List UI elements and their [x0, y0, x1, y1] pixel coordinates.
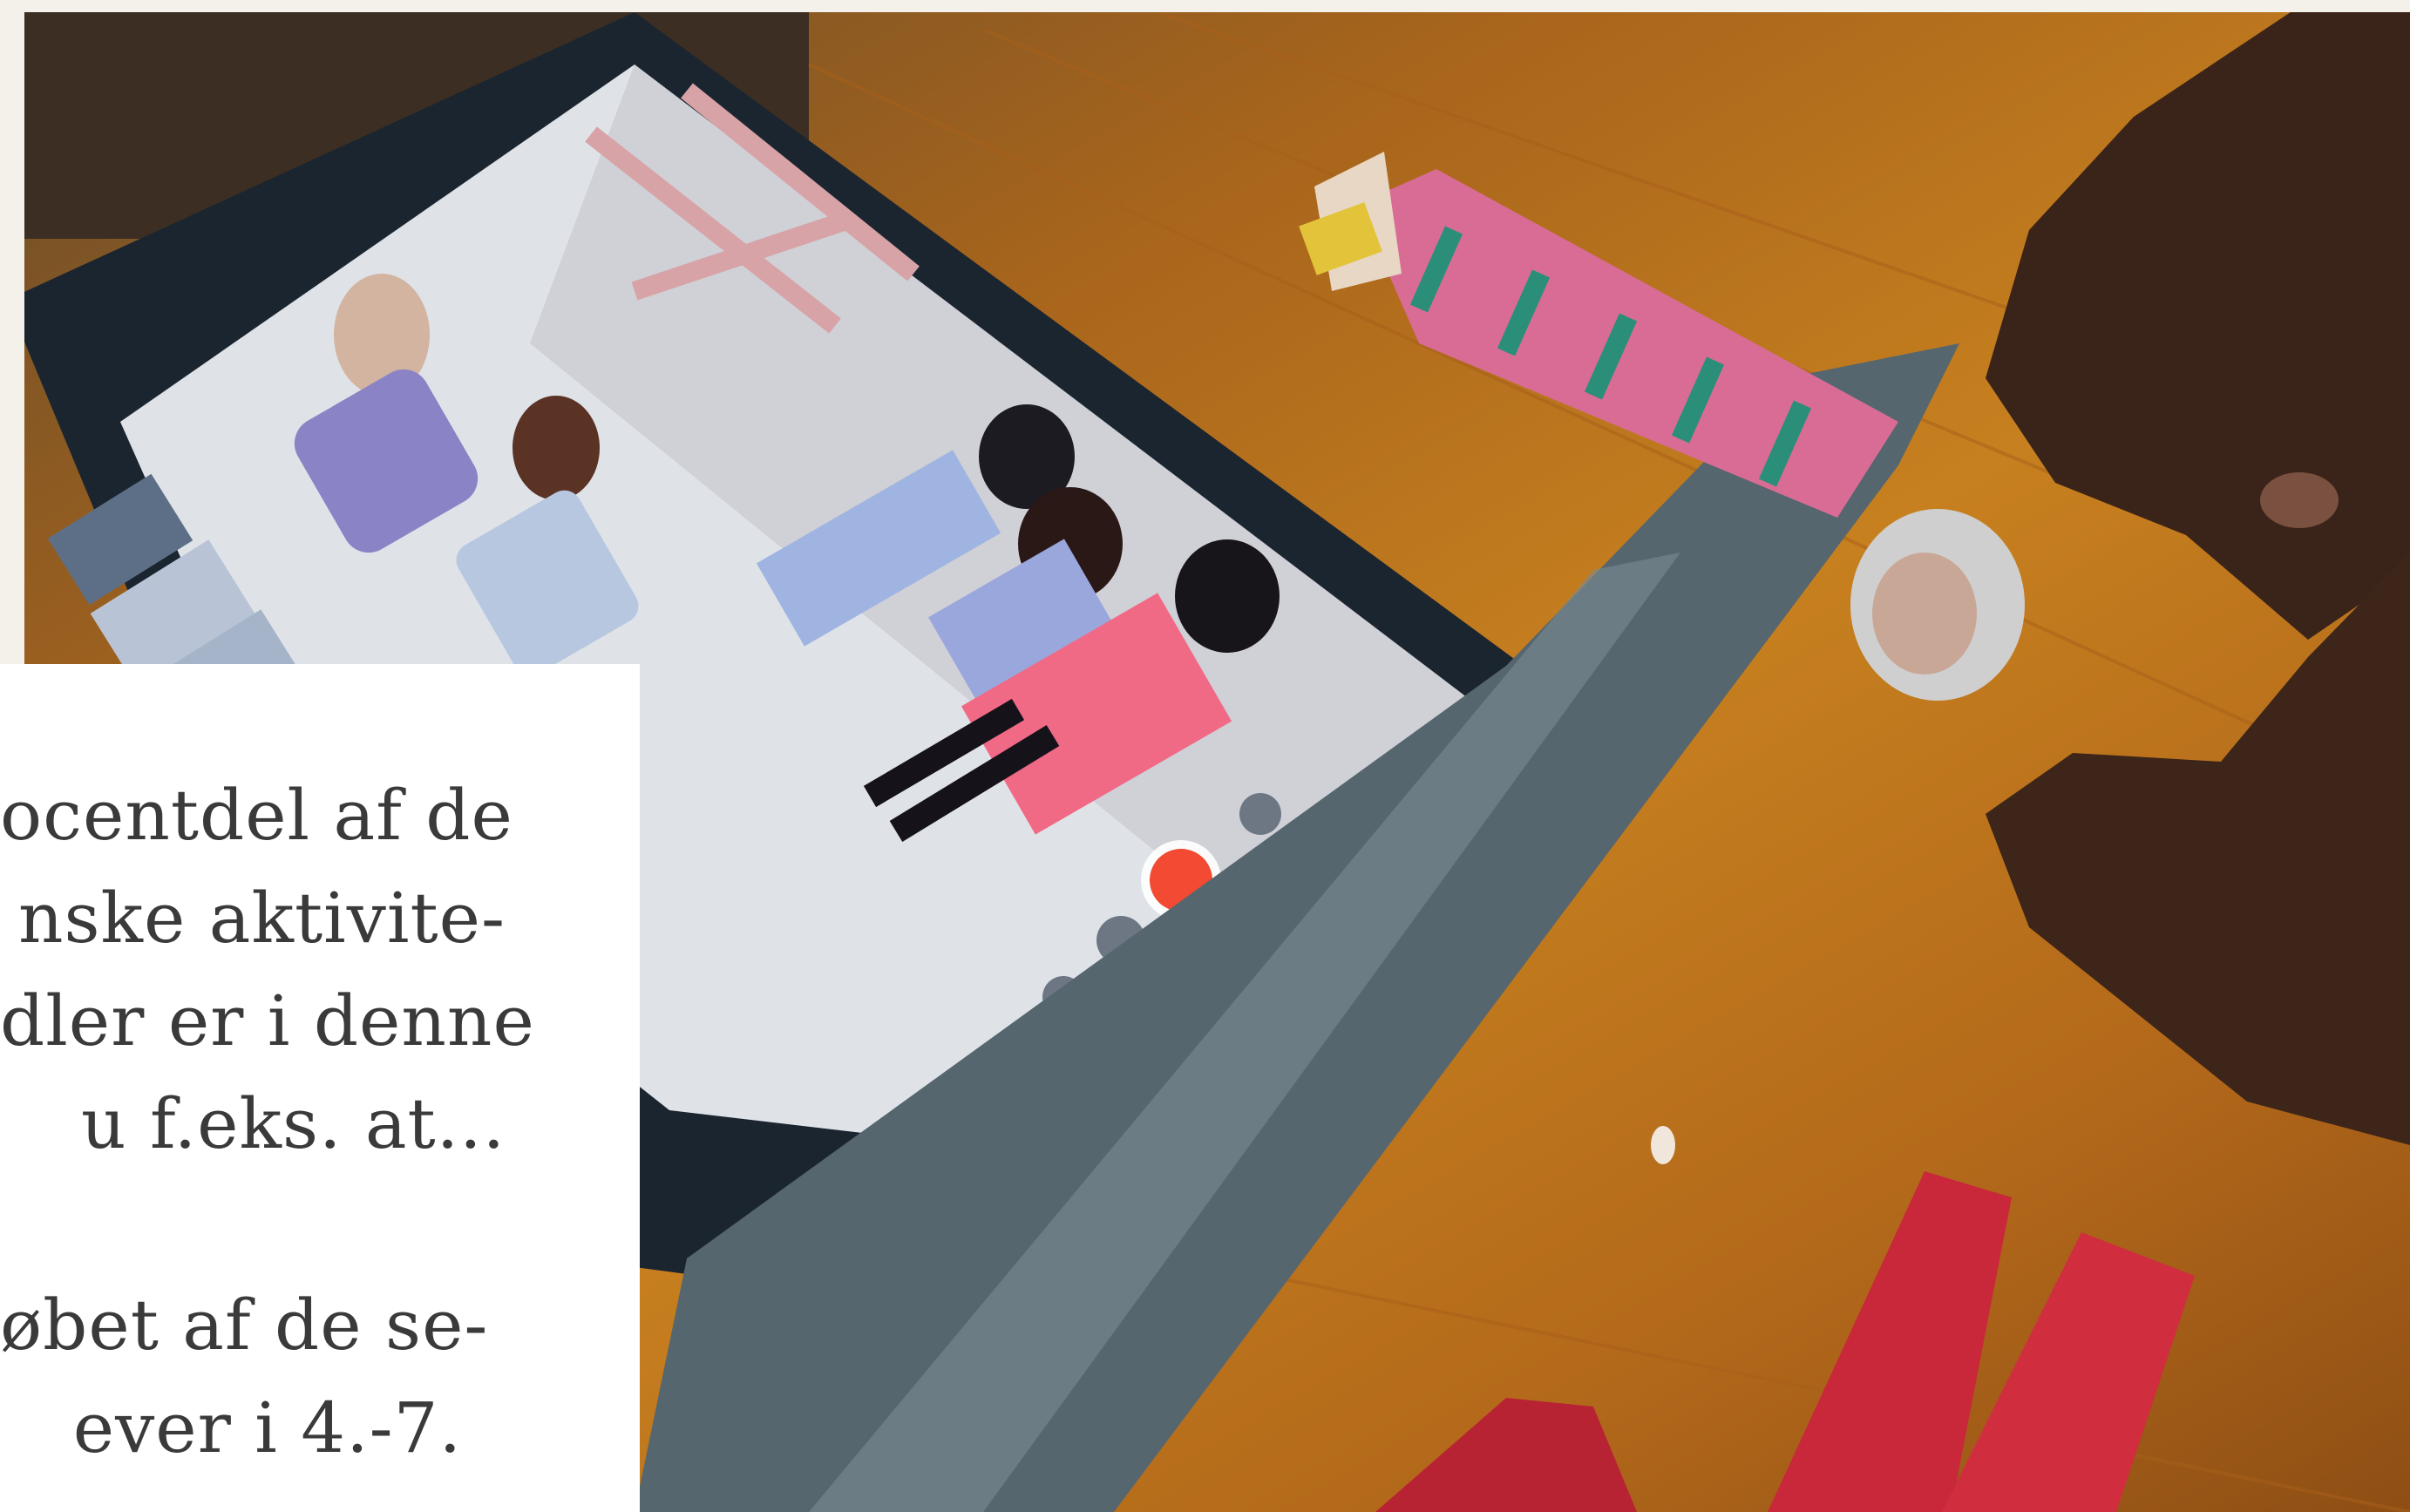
paragraph-2-line-2: ever i 4.-7.: [72, 1387, 462, 1468]
paragraph-1: ocentdel af de nske aktivite- dler er i …: [0, 764, 535, 1176]
paragraph-1-line-1: ocentdel af de: [0, 775, 513, 856]
timer-icon: [1239, 793, 1281, 835]
paragraph-2: øbet af de se- ever i 4.-7.: [0, 1274, 489, 1480]
red-paper-cutouts: [1375, 1171, 2195, 1512]
paper-eye: [1651, 1126, 1675, 1164]
paragraph-1-line-2: nske aktivite-: [17, 878, 506, 959]
paragraph-2-line-1: øbet af de se-: [0, 1285, 489, 1366]
paragraph-1-line-3: dler er i denne: [0, 980, 535, 1061]
stage: ocentdel af de nske aktivite- dler er i …: [0, 0, 2410, 1512]
hand: [1986, 12, 2410, 1145]
paragraph-1-line-4: u f.eks. at...: [80, 1083, 506, 1164]
text-panel: ocentdel af de nske aktivite- dler er i …: [0, 664, 640, 1512]
